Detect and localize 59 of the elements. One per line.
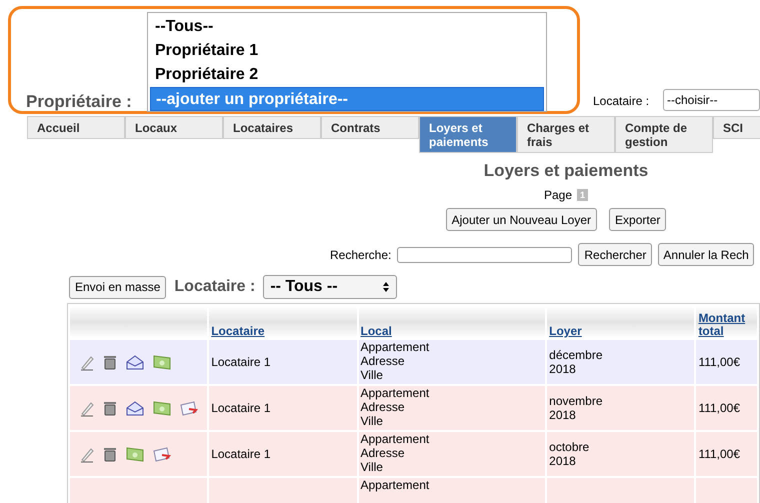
bulk-send-button[interactable]: Envoi en masse [69,276,166,298]
nav-tab[interactable]: Accueil [27,116,125,139]
table-cell: Locataire 1 [209,340,356,384]
column-header-link[interactable]: Loyer [547,306,694,338]
trash-icon[interactable] [103,354,117,370]
table-cell: 111,00€ [696,386,757,430]
tenant-filter-select[interactable]: -- Tous -- [263,275,398,299]
select-value: -- Tous -- [270,277,338,297]
pencil-icon[interactable] [80,354,94,370]
listbox-option[interactable]: --ajouter un propriétaire-- [150,87,544,111]
banknote-icon[interactable] [153,354,171,370]
table-cell: Appartement [358,478,546,503]
table-cell: novembre 2018 [547,386,694,430]
column-header-link[interactable]: Locataire [209,306,356,338]
listbox-option[interactable]: --Tous-- [150,15,544,39]
table-cell: décembre 2018 [547,340,694,384]
pencil-icon[interactable] [80,446,94,462]
column-header-link[interactable]: Montant total [696,306,757,338]
tenant-select[interactable]: --choisir-- [663,89,760,111]
table-cell: Appartement Adresse Ville [358,340,546,384]
table-cell: Appartement Adresse Ville [358,386,546,430]
nav-tab[interactable]: Compte de gestion [615,116,713,153]
owner-label: Propriétaire : [26,91,132,113]
envelope-icon[interactable] [126,354,144,370]
envelope-icon[interactable] [126,400,144,416]
table-cell: Locataire 1 [209,386,356,430]
nav-tab[interactable]: Loyers et paiements [419,116,517,153]
action-button[interactable]: Ajouter un Nouveau Loyer [446,208,598,231]
banknote-icon[interactable] [126,446,144,462]
table-cell: Appartement Adresse Ville [358,432,546,476]
action-button[interactable]: Exporter [609,208,666,231]
listbox-option[interactable]: Propriétaire 2 [150,63,544,87]
nav-tab[interactable]: SCI [713,116,760,139]
table-cell: 111,00€ [696,340,757,384]
column-header-link[interactable]: Local [358,306,546,338]
page-title: Loyers et paiements [484,160,648,182]
table-cell: Locataire 1 [209,432,356,476]
pencil-icon[interactable] [80,400,94,416]
envelope-arrow-icon[interactable] [180,400,198,416]
tenant-label: Locataire : [593,93,650,110]
trash-icon[interactable] [103,400,117,416]
table-cell: 111,00€ [696,432,757,476]
tenant-filter-label: Locataire : [174,277,256,297]
banknote-icon[interactable] [153,400,171,416]
trash-icon[interactable] [103,446,117,462]
search-button[interactable]: Annuler la Rech [658,243,754,266]
pager-label: Page [544,187,572,204]
nav-tab[interactable]: Locaux [125,116,223,139]
nav-tab[interactable]: Charges et frais [517,116,615,153]
search-label: Recherche: [330,246,392,264]
nav-tab[interactable]: Locataires [223,116,321,139]
listbox-option[interactable]: Propriétaire 1 [150,39,544,63]
owner-listbox[interactable]: --Tous-- Propriétaire 1 Propriétaire 2 --ajouter un propriétaire-- [147,12,547,112]
search-button[interactable]: Rechercher [578,243,652,266]
table-cell: octobre 2018 [547,432,694,476]
envelope-arrow-icon[interactable] [153,446,171,462]
updown-arrows-icon [382,281,390,293]
search-field[interactable] [397,246,572,262]
nav-tab[interactable]: Contrats [321,116,419,139]
